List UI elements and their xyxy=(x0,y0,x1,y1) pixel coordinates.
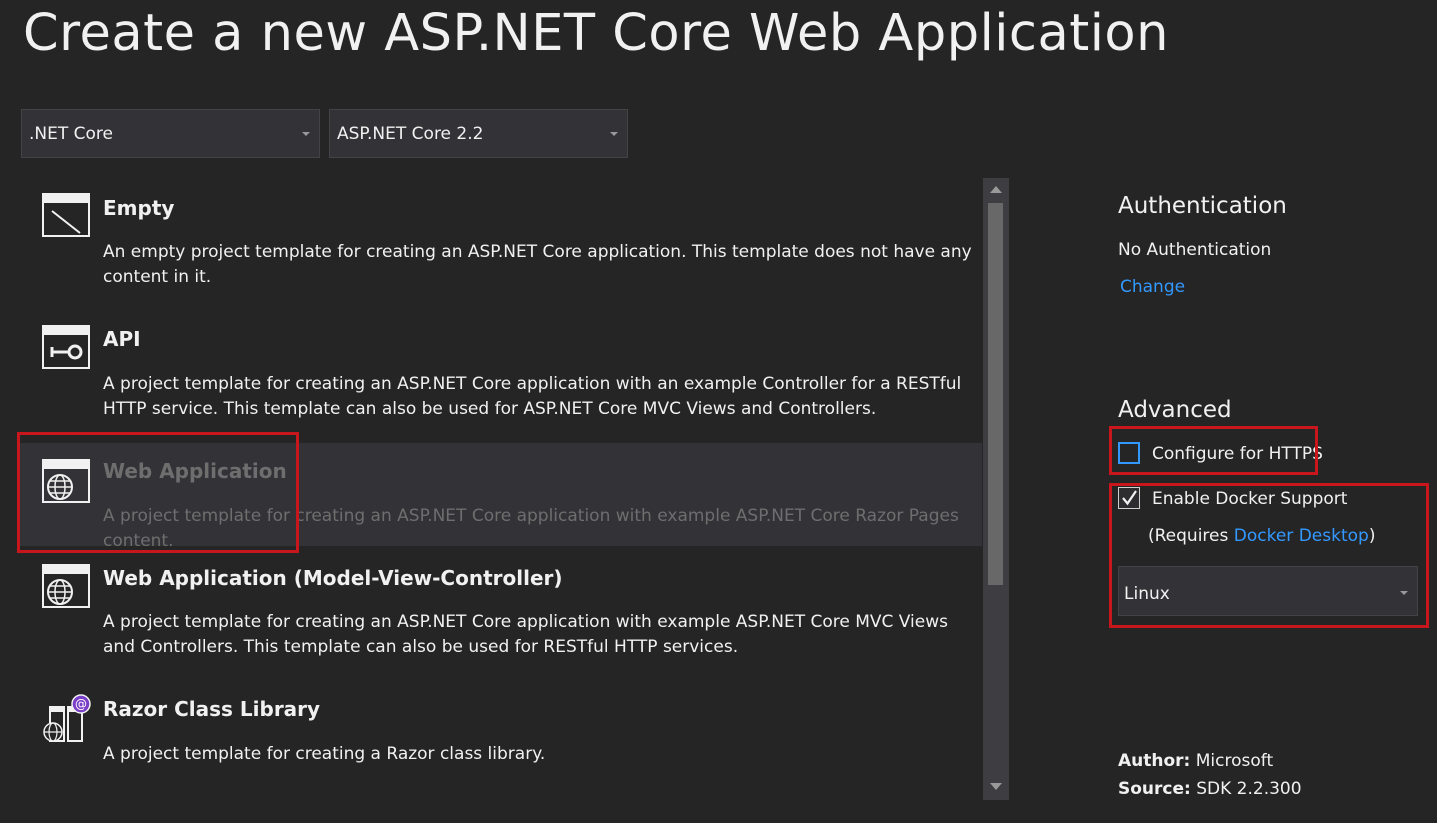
https-checkbox[interactable] xyxy=(1118,442,1140,464)
template-description: A project template for creating an ASP.N… xyxy=(103,374,962,419)
template-description: A project template for creating a Razor … xyxy=(103,744,546,764)
framework-dropdown[interactable]: .NET Core xyxy=(21,109,320,158)
docker-os-dropdown[interactable]: Linux xyxy=(1118,566,1418,616)
docker-os-value: Linux xyxy=(1124,584,1170,604)
razor-class-library-icon: @ xyxy=(43,694,91,742)
template-web-mvc[interactable]: Web Application (Model-View-Controller) … xyxy=(20,546,982,677)
scrollbar-thumb[interactable] xyxy=(988,203,1003,585)
template-name: API xyxy=(103,327,141,351)
version-dropdown-value: ASP.NET Core 2.2 xyxy=(337,124,484,144)
source-label: Source: xyxy=(1118,779,1191,799)
chevron-down-icon xyxy=(1400,591,1408,595)
template-name: Web Application xyxy=(103,459,287,483)
template-description: A project template for creating an ASP.N… xyxy=(103,612,948,657)
docker-requires-note: (Requires Docker Desktop) xyxy=(1148,526,1375,546)
chevron-down-icon xyxy=(302,132,310,136)
template-api[interactable]: API A project template for creating an A… xyxy=(20,310,982,443)
https-label[interactable]: Configure for HTTPS xyxy=(1152,444,1323,464)
source-value: SDK 2.2.300 xyxy=(1196,779,1302,799)
template-name: Web Application (Model-View-Controller) xyxy=(103,566,563,590)
author-row: Author: Microsoft xyxy=(1118,751,1273,771)
docker-checkbox[interactable] xyxy=(1118,487,1140,509)
template-name: Razor Class Library xyxy=(103,697,321,721)
checkmark-icon xyxy=(1122,490,1137,506)
requires-prefix: (Requires xyxy=(1148,526,1234,546)
requires-suffix: ) xyxy=(1368,526,1376,546)
scroll-down-icon[interactable] xyxy=(990,783,1002,790)
template-list: Empty An empty project template for crea… xyxy=(20,178,982,800)
source-row: Source: SDK 2.2.300 xyxy=(1118,779,1302,799)
template-name: Empty xyxy=(103,196,175,220)
svg-text:@: @ xyxy=(75,697,87,711)
version-dropdown[interactable]: ASP.NET Core 2.2 xyxy=(329,109,628,158)
template-web-application[interactable]: Web Application A project template for c… xyxy=(20,443,982,551)
web-application-icon xyxy=(42,459,90,503)
scroll-up-icon[interactable] xyxy=(990,186,1002,193)
author-label: Author: xyxy=(1118,751,1191,771)
web-mvc-icon xyxy=(42,564,90,608)
authentication-heading: Authentication xyxy=(1118,193,1287,219)
docker-desktop-link[interactable]: Docker Desktop xyxy=(1234,526,1369,546)
author-value: Microsoft xyxy=(1195,751,1274,771)
api-project-icon xyxy=(42,325,90,369)
template-description: An empty project template for creating a… xyxy=(103,242,972,287)
template-razor-class-library[interactable]: @ Razor Class Library A project template… xyxy=(20,677,982,800)
template-empty[interactable]: Empty An empty project template for crea… xyxy=(20,178,982,310)
authentication-value: No Authentication xyxy=(1118,240,1272,260)
change-authentication-link[interactable]: Change xyxy=(1120,277,1185,297)
advanced-heading: Advanced xyxy=(1118,397,1232,423)
empty-project-icon xyxy=(42,193,90,237)
page-title: Create a new ASP.NET Core Web Applicatio… xyxy=(23,4,1169,63)
chevron-down-icon xyxy=(610,132,618,136)
framework-dropdown-value: .NET Core xyxy=(29,124,113,144)
docker-label[interactable]: Enable Docker Support xyxy=(1152,489,1347,509)
